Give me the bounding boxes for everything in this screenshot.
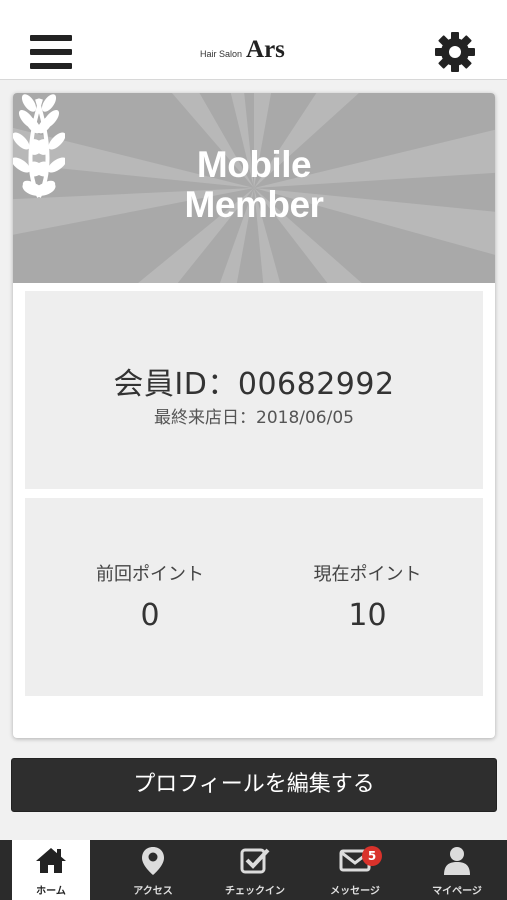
message-count-badge: 5 — [362, 846, 382, 866]
previous-points-value: 0 — [140, 598, 160, 633]
checkbox-icon — [240, 848, 270, 874]
tab-access[interactable]: アクセス — [112, 840, 194, 900]
banner-title-line2: Member — [184, 184, 324, 225]
tab-message-label: メッセージ — [330, 886, 380, 897]
brand-main-text: Ars — [246, 36, 285, 63]
banner-title: Mobile Member — [13, 145, 495, 225]
current-points: 現在ポイント 10 — [253, 560, 482, 633]
tab-access-label: アクセス — [133, 886, 173, 897]
bottom-tab-bar: ホーム アクセス チェックイン メッセージ 5 マイページ — [0, 840, 507, 900]
gear-icon[interactable] — [433, 30, 477, 74]
member-card: Mobile Member 会員ID：00682992 最終来店日：2018/0… — [13, 93, 495, 738]
home-icon — [36, 848, 66, 873]
current-points-value: 10 — [348, 598, 387, 633]
tab-checkin-label: チェックイン — [225, 886, 285, 897]
member-id: 会員ID：00682992 — [113, 367, 395, 402]
tab-message[interactable]: メッセージ — [312, 840, 398, 900]
edit-profile-button[interactable]: プロフィールを編集する — [11, 758, 497, 812]
tab-mypage-label: マイページ — [432, 886, 482, 897]
last-visit-date: 最終来店日：2018/06/05 — [154, 408, 354, 428]
user-icon — [444, 847, 470, 875]
hamburger-menu-icon[interactable] — [30, 33, 74, 70]
current-points-label: 現在ポイント — [313, 564, 422, 585]
points-panel: 前回ポイント 0 現在ポイント 10 — [25, 498, 483, 696]
brand-logo: Hair Salon Ars — [200, 36, 285, 64]
mobile-member-banner: Mobile Member — [13, 93, 495, 283]
laurel-right-icon — [21, 94, 65, 198]
tab-home-label: ホーム — [36, 886, 66, 897]
tab-home[interactable]: ホーム — [12, 840, 90, 900]
tab-mypage[interactable]: マイページ — [414, 840, 500, 900]
tab-checkin[interactable]: チェックイン — [210, 840, 300, 900]
previous-points: 前回ポイント 0 — [35, 560, 265, 633]
brand-small-text: Hair Salon — [200, 49, 243, 59]
member-id-panel: 会員ID：00682992 最終来店日：2018/06/05 — [25, 291, 483, 489]
banner-title-line1: Mobile — [196, 144, 312, 185]
map-pin-icon — [142, 847, 164, 875]
previous-points-label: 前回ポイント — [96, 564, 204, 585]
app-header: Hair Salon Ars — [0, 0, 507, 80]
